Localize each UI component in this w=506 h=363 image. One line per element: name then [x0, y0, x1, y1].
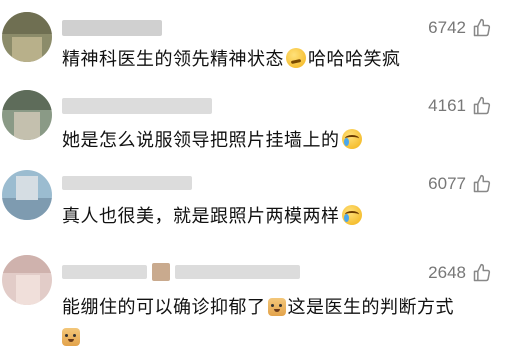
- comment-text: 她是怎么说服领导把照片挂墙上的: [62, 126, 492, 156]
- comment-text-part: 她是怎么说服领导把照片挂墙上的: [62, 130, 340, 151]
- avatar[interactable]: [2, 255, 52, 305]
- username-badge-blurred: [152, 263, 170, 281]
- comment-3: 6077 真人也很美，就是跟照片两模两样: [0, 162, 506, 242]
- laugh-cry-emoji-icon: [341, 205, 362, 225]
- like-count: 2648: [428, 263, 466, 282]
- username-blurred[interactable]: [62, 20, 162, 36]
- username-blurred: [175, 265, 300, 279]
- username-blurred[interactable]: [62, 98, 212, 114]
- avatar[interactable]: [2, 90, 52, 140]
- like-control[interactable]: 6742: [428, 18, 492, 38]
- comment-4: 2648 能绷住的可以确诊抑郁了 这是医生的判断方式: [0, 245, 506, 363]
- comment-text-part: 真人也很美，就是跟照片两模两样: [62, 206, 340, 227]
- like-count: 4161: [428, 96, 466, 115]
- thumbs-up-icon[interactable]: [472, 174, 492, 194]
- comment-text-part: 这是医生的判断方式: [287, 297, 454, 318]
- comment-text-part: 精神科医生的领先精神状态: [62, 49, 284, 70]
- like-count: 6077: [428, 174, 466, 193]
- comment-text-part: 哈哈哈笑疯: [308, 49, 401, 70]
- username-blurred[interactable]: [62, 176, 192, 190]
- doge-emoji-icon: [62, 328, 80, 346]
- doge-emoji-icon: [267, 298, 286, 316]
- like-control[interactable]: 2648: [428, 263, 492, 283]
- comment-text-part: 能绷住的可以确诊抑郁了: [62, 297, 266, 318]
- thumbs-up-icon[interactable]: [472, 18, 492, 38]
- laugh-cry-emoji-icon: [341, 129, 362, 149]
- username-blurred[interactable]: [62, 265, 147, 279]
- comment-2: 4161 她是怎么说服领导把照片挂墙上的: [0, 80, 506, 160]
- like-control[interactable]: 6077: [428, 174, 492, 194]
- thinking-emoji-icon: [286, 48, 306, 68]
- avatar[interactable]: [2, 12, 52, 62]
- comment-text: 真人也很美，就是跟照片两模两样: [62, 202, 492, 232]
- avatar[interactable]: [2, 170, 52, 220]
- like-control[interactable]: 4161: [428, 96, 492, 116]
- comment-1: 6742 精神科医生的领先精神状态 哈哈哈笑疯: [0, 0, 506, 80]
- comment-text: 能绷住的可以确诊抑郁了 这是医生的判断方式: [62, 293, 492, 353]
- thumbs-up-icon[interactable]: [472, 96, 492, 116]
- comment-text: 精神科医生的领先精神状态 哈哈哈笑疯: [62, 45, 492, 75]
- like-count: 6742: [428, 18, 466, 37]
- thumbs-up-icon[interactable]: [472, 263, 492, 283]
